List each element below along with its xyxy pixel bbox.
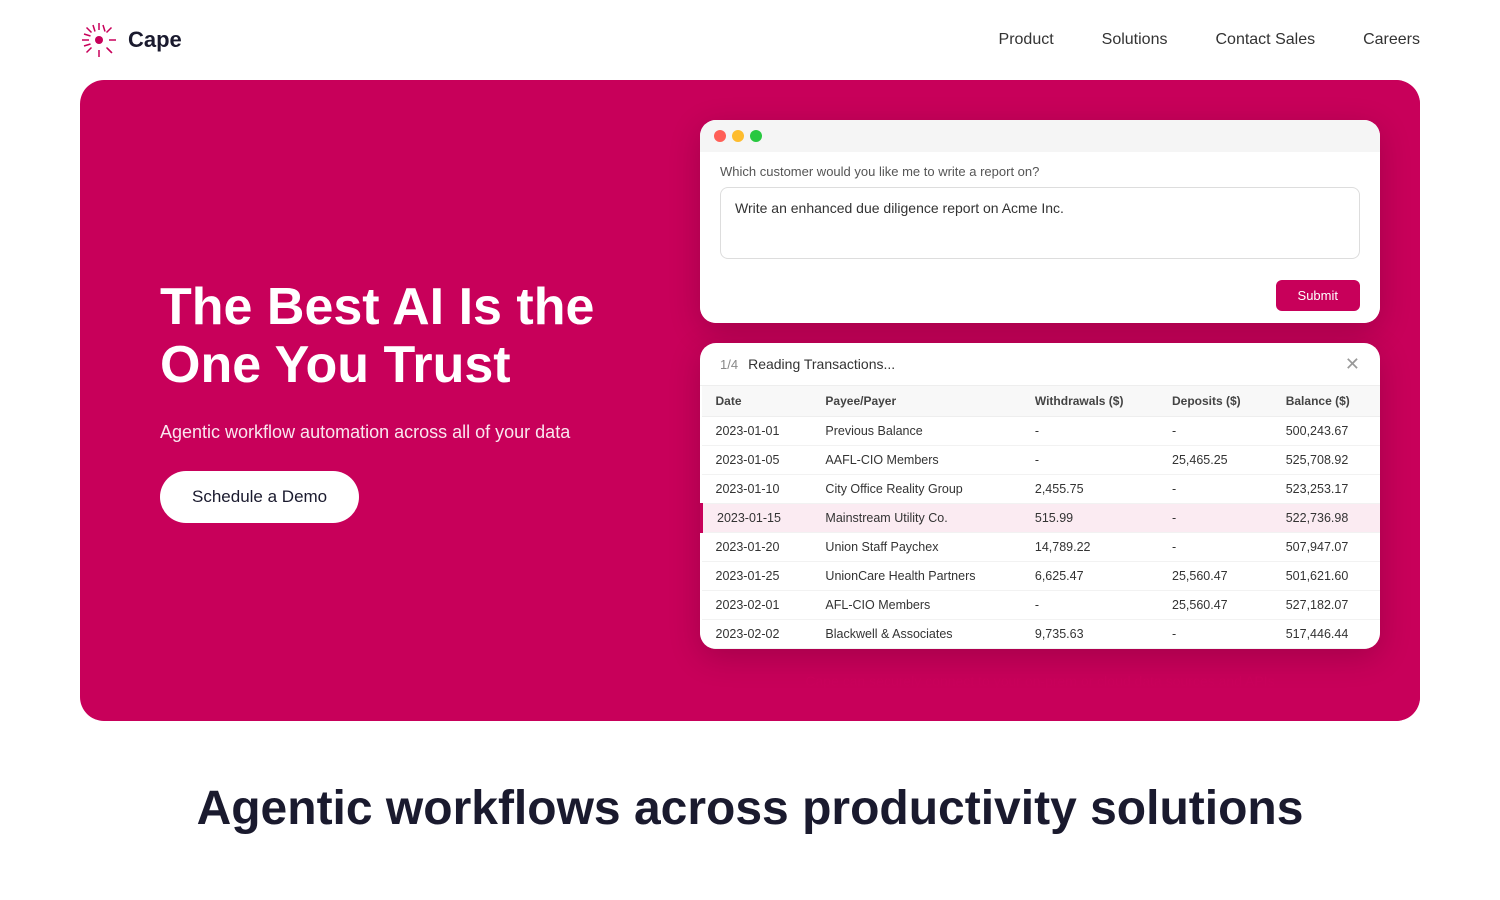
cell-withdrawals: 14,789.22 <box>1021 533 1158 562</box>
cell-payee: AAFL-CIO Members <box>811 446 1020 475</box>
schedule-demo-button[interactable]: Schedule a Demo <box>160 471 359 523</box>
cell-date: 2023-01-10 <box>702 475 812 504</box>
cell-date: 2023-01-05 <box>702 446 812 475</box>
cell-balance: 507,947.07 <box>1272 533 1380 562</box>
cell-payee: Mainstream Utility Co. <box>811 504 1020 533</box>
prompt-label: Which customer would you like me to writ… <box>720 164 1360 179</box>
table-close-button[interactable]: ✕ <box>1345 355 1360 373</box>
col-balance: Balance ($) <box>1272 386 1380 417</box>
hero-title: The Best AI Is the One You Trust <box>160 278 600 394</box>
nav-link-careers[interactable]: Careers <box>1363 31 1420 48</box>
table-row: 2023-01-20Union Staff Paychex14,789.22-5… <box>702 533 1381 562</box>
cell-deposits: 25,465.25 <box>1158 446 1272 475</box>
cell-deposits: - <box>1158 620 1272 649</box>
submit-button[interactable]: Submit <box>1276 280 1360 311</box>
cell-withdrawals: 6,625.47 <box>1021 562 1158 591</box>
table-header-left: 1/4 Reading Transactions... <box>720 356 895 372</box>
table-row: 2023-01-25UnionCare Health Partners6,625… <box>702 562 1381 591</box>
nav-item-product[interactable]: Product <box>999 31 1054 49</box>
below-hero-section: Agentic workflows across productivity so… <box>0 721 1500 836</box>
cell-deposits: 25,560.47 <box>1158 591 1272 620</box>
cell-payee: City Office Reality Group <box>811 475 1020 504</box>
cell-balance: 501,621.60 <box>1272 562 1380 591</box>
logo-link[interactable]: Cape <box>80 21 182 59</box>
logo-icon <box>80 21 118 59</box>
cell-deposits: - <box>1158 533 1272 562</box>
submit-row: Submit <box>700 280 1380 323</box>
cell-withdrawals: - <box>1021 417 1158 446</box>
col-payee: Payee/Payer <box>811 386 1020 417</box>
table-row: 2023-01-15Mainstream Utility Co.515.99-5… <box>702 504 1381 533</box>
cell-withdrawals: - <box>1021 591 1158 620</box>
hero-right: Which customer would you like me to writ… <box>660 80 1420 721</box>
table-row: 2023-01-01Previous Balance--500,243.67 <box>702 417 1381 446</box>
cell-date: 2023-01-25 <box>702 562 812 591</box>
cell-balance: 523,253.17 <box>1272 475 1380 504</box>
cell-balance: 527,182.07 <box>1272 591 1380 620</box>
table-row: 2023-02-02Blackwell & Associates9,735.63… <box>702 620 1381 649</box>
cell-withdrawals: - <box>1021 446 1158 475</box>
cell-date: 2023-01-20 <box>702 533 812 562</box>
hero-subtitle: Agentic workflow automation across all o… <box>160 422 600 443</box>
hero-caption: Cape can securely connect to your on-pre… <box>700 669 1380 689</box>
cell-deposits: - <box>1158 417 1272 446</box>
navbar: Cape Product Solutions Contact Sales Car… <box>0 0 1500 80</box>
data-table: Date Payee/Payer Withdrawals ($) Deposit… <box>700 386 1380 649</box>
col-date: Date <box>702 386 812 417</box>
cell-balance: 517,446.44 <box>1272 620 1380 649</box>
logo-text: Cape <box>128 27 182 53</box>
table-header-row-columns: Date Payee/Payer Withdrawals ($) Deposit… <box>702 386 1381 417</box>
table-row: 2023-01-10City Office Reality Group2,455… <box>702 475 1381 504</box>
col-withdrawals: Withdrawals ($) <box>1021 386 1158 417</box>
hero-section: The Best AI Is the One You Trust Agentic… <box>80 80 1420 721</box>
hero-left: The Best AI Is the One You Trust Agentic… <box>80 80 660 721</box>
cell-withdrawals: 9,735.63 <box>1021 620 1158 649</box>
cell-payee: Previous Balance <box>811 417 1020 446</box>
table-body: 2023-01-01Previous Balance--500,243.6720… <box>702 417 1381 649</box>
cell-payee: Blackwell & Associates <box>811 620 1020 649</box>
cell-balance: 522,736.98 <box>1272 504 1380 533</box>
nav-item-contact-sales[interactable]: Contact Sales <box>1215 31 1315 49</box>
cell-payee: AFL-CIO Members <box>811 591 1020 620</box>
table-step: 1/4 <box>720 357 738 372</box>
cell-balance: 500,243.67 <box>1272 417 1380 446</box>
cell-payee: UnionCare Health Partners <box>811 562 1020 591</box>
window-dot-red <box>714 130 726 142</box>
prompt-section: Which customer would you like me to writ… <box>700 152 1380 280</box>
nav-links: Product Solutions Contact Sales Careers <box>999 31 1420 49</box>
col-deposits: Deposits ($) <box>1158 386 1272 417</box>
cell-balance: 525,708.92 <box>1272 446 1380 475</box>
cell-date: 2023-01-15 <box>702 504 812 533</box>
nav-link-solutions[interactable]: Solutions <box>1102 31 1168 48</box>
cell-deposits: - <box>1158 504 1272 533</box>
cell-withdrawals: 515.99 <box>1021 504 1158 533</box>
window-chrome <box>700 120 1380 152</box>
window-dot-yellow <box>732 130 744 142</box>
nav-link-contact-sales[interactable]: Contact Sales <box>1215 31 1315 48</box>
prompt-textarea[interactable] <box>720 187 1360 259</box>
window-dot-green <box>750 130 762 142</box>
table-title: Reading Transactions... <box>748 356 895 372</box>
nav-item-careers[interactable]: Careers <box>1363 31 1420 49</box>
cell-deposits: - <box>1158 475 1272 504</box>
table-thead: Date Payee/Payer Withdrawals ($) Deposit… <box>702 386 1381 417</box>
table-card: 1/4 Reading Transactions... ✕ Date Payee… <box>700 343 1380 649</box>
prompt-card: Which customer would you like me to writ… <box>700 120 1380 323</box>
cell-date: 2023-01-01 <box>702 417 812 446</box>
cell-withdrawals: 2,455.75 <box>1021 475 1158 504</box>
table-row: 2023-01-05AAFL-CIO Members-25,465.25525,… <box>702 446 1381 475</box>
table-row: 2023-02-01AFL-CIO Members-25,560.47527,1… <box>702 591 1381 620</box>
cell-deposits: 25,560.47 <box>1158 562 1272 591</box>
below-hero-title: Agentic workflows across productivity so… <box>80 781 1420 836</box>
nav-link-product[interactable]: Product <box>999 31 1054 48</box>
cell-date: 2023-02-01 <box>702 591 812 620</box>
cell-date: 2023-02-02 <box>702 620 812 649</box>
cell-payee: Union Staff Paychex <box>811 533 1020 562</box>
table-header-row: 1/4 Reading Transactions... ✕ <box>700 343 1380 386</box>
nav-item-solutions[interactable]: Solutions <box>1102 31 1168 49</box>
